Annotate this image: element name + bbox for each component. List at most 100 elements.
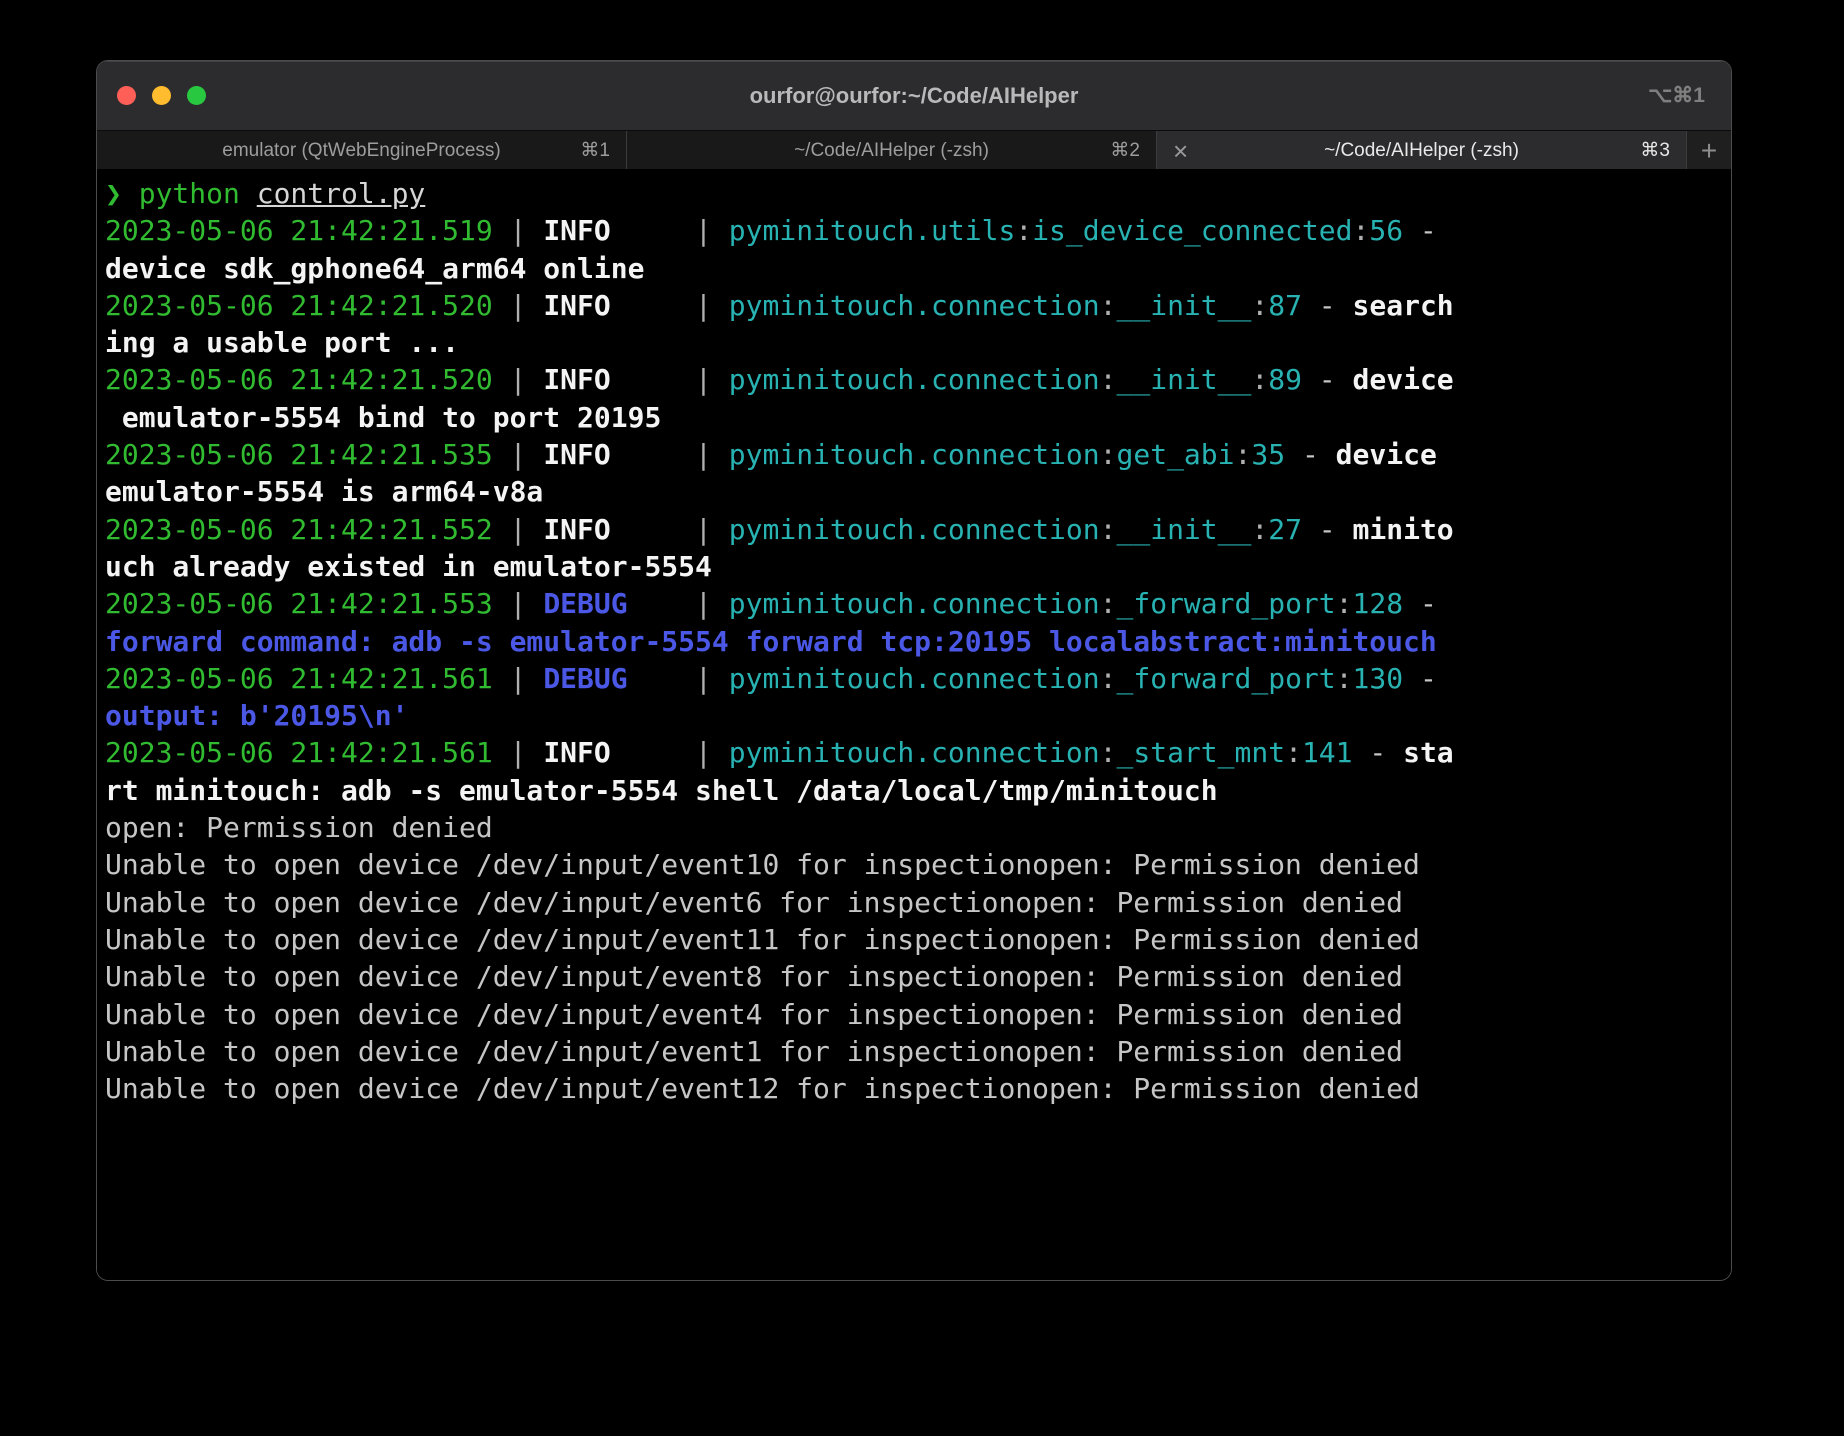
terminal-text-segment: INFO — [543, 736, 610, 769]
terminal-text-segment: output: b'20195\n' — [105, 699, 408, 732]
terminal-line: Unable to open device /dev/input/event4 … — [105, 996, 1731, 1033]
terminal-line: Unable to open device /dev/input/event11… — [105, 921, 1731, 958]
tab-shortcut-label: ⌘2 — [1110, 139, 1140, 162]
terminal-text-segment: | — [611, 513, 729, 546]
terminal-text-segment: | — [493, 363, 544, 396]
terminal-text-segment: : — [1251, 289, 1268, 322]
terminal-line: 2023-05-06 21:42:21.535 | INFO | pyminit… — [105, 436, 1731, 473]
close-tab-icon[interactable]: × — [1173, 138, 1188, 164]
terminal-text-segment: pyminitouch.connection — [729, 736, 1100, 769]
terminal-line: Unable to open device /dev/input/event12… — [105, 1070, 1731, 1107]
terminal-window: ourfor@ourfor:~/Code/AIHelper ⌥⌘1 emulat… — [96, 60, 1732, 1281]
terminal-text-segment: : — [1251, 363, 1268, 396]
terminal-line: uch already existed in emulator-5554 — [105, 548, 1731, 585]
terminal-text-segment: 35 — [1251, 438, 1285, 471]
terminal-text-segment: INFO — [543, 513, 610, 546]
terminal-text-segment: DEBUG — [543, 662, 627, 695]
terminal-text-segment: : — [1100, 662, 1117, 695]
terminal-line: rt minitouch: adb -s emulator-5554 shell… — [105, 772, 1731, 809]
terminal-text-segment: | — [611, 736, 729, 769]
terminal-text-segment: 130 — [1353, 662, 1404, 695]
tab-shortcut-label: ⌘3 — [1640, 139, 1670, 162]
terminal-text-segment: 2023-05-06 21:42:21.520 — [105, 289, 493, 322]
terminal-text-segment: : — [1100, 438, 1117, 471]
terminal-text-segment: 27 — [1268, 513, 1302, 546]
terminal-text-segment: : — [1235, 438, 1252, 471]
window-title: ourfor@ourfor:~/Code/AIHelper — [97, 83, 1731, 109]
terminal-text-segment: 87 — [1268, 289, 1302, 322]
terminal-text-segment: : — [1015, 214, 1032, 247]
terminal-text-segment: - — [1302, 363, 1353, 396]
terminal-text-segment: 128 — [1353, 587, 1404, 620]
terminal-text-segment: Unable to open device /dev/input/event4 … — [105, 998, 1403, 1031]
terminal-text-segment: INFO — [543, 363, 610, 396]
terminal-text-segment: pyminitouch.connection — [729, 513, 1100, 546]
terminal-text-segment: : — [1336, 662, 1353, 695]
terminal-text-segment: | — [493, 438, 544, 471]
terminal-line: Unable to open device /dev/input/event6 … — [105, 884, 1731, 921]
terminal-text-segment: : — [1336, 587, 1353, 620]
terminal-text-segment: device sdk_gphone64_arm64 online — [105, 252, 644, 285]
terminal-text-segment: | — [611, 214, 729, 247]
terminal-text-segment: INFO — [543, 214, 610, 247]
terminal-text-segment: _forward_port — [1117, 587, 1336, 620]
terminal-text-segment: emulator-5554 bind to port 20195 — [105, 401, 661, 434]
terminal-text-segment: | — [493, 587, 544, 620]
terminal-text-segment: | — [493, 289, 544, 322]
terminal-text-segment: - — [1285, 438, 1336, 471]
terminal-text-segment: pyminitouch.connection — [729, 363, 1100, 396]
terminal-text-segment: __init__ — [1117, 289, 1252, 322]
terminal-line: 2023-05-06 21:42:21.519 | INFO | pyminit… — [105, 212, 1731, 249]
terminal-text-segment: : — [1251, 513, 1268, 546]
terminal-text-segment: 2023-05-06 21:42:21.520 — [105, 363, 493, 396]
terminal-text-segment: Unable to open device /dev/input/event12… — [105, 1072, 1420, 1105]
terminal-text-segment: forward command: adb -s emulator-5554 fo… — [105, 625, 1437, 658]
terminal-text-segment: DEBUG — [543, 587, 627, 620]
terminal-text-segment: 2023-05-06 21:42:21.519 — [105, 214, 493, 247]
tab-1[interactable]: emulator (QtWebEngineProcess)⌘1 — [97, 131, 626, 170]
tab-label: ~/Code/AIHelper (-zsh) — [1157, 140, 1686, 162]
title-bar[interactable]: ourfor@ourfor:~/Code/AIHelper ⌥⌘1 — [97, 61, 1731, 131]
terminal-text-segment: device — [1353, 363, 1454, 396]
terminal-text-segment: : — [1353, 214, 1370, 247]
terminal-text-segment: - — [1403, 662, 1437, 695]
terminal-text-segment: pyminitouch.connection — [729, 438, 1100, 471]
terminal-line: 2023-05-06 21:42:21.520 | INFO | pyminit… — [105, 361, 1731, 398]
terminal-text-segment: ❯ python — [105, 177, 257, 210]
terminal-text-segment: | — [493, 214, 544, 247]
terminal-text-segment: : — [1285, 736, 1302, 769]
new-tab-button[interactable]: + — [1686, 131, 1731, 170]
terminal-text-segment: pyminitouch.connection — [729, 289, 1100, 322]
terminal-text-segment: - — [1302, 513, 1353, 546]
terminal-text-segment: - — [1403, 587, 1437, 620]
terminal-text-segment: - — [1353, 736, 1404, 769]
terminal-text-segment: | — [493, 736, 544, 769]
terminal-text-segment: sta — [1403, 736, 1454, 769]
terminal-line: Unable to open device /dev/input/event10… — [105, 846, 1731, 883]
terminal-text-segment: is_device_connected — [1032, 214, 1352, 247]
terminal-line: Unable to open device /dev/input/event8 … — [105, 958, 1731, 995]
terminal-line: device sdk_gphone64_arm64 online — [105, 250, 1731, 287]
terminal-text-segment: : — [1100, 363, 1117, 396]
terminal-text-segment: __init__ — [1117, 513, 1252, 546]
terminal-text-segment: INFO — [543, 289, 610, 322]
terminal-line: Unable to open device /dev/input/event1 … — [105, 1033, 1731, 1070]
terminal-text-segment: ing a usable port ... — [105, 326, 459, 359]
terminal-text-segment: emulator-5554 is arm64-v8a — [105, 475, 543, 508]
terminal-line: emulator-5554 bind to port 20195 — [105, 399, 1731, 436]
tab-3[interactable]: ×~/Code/AIHelper (-zsh)⌘3 — [1156, 131, 1686, 170]
terminal-text-segment: | — [611, 289, 729, 322]
terminal-text-segment: INFO — [543, 438, 610, 471]
tab-shortcut-label: ⌘1 — [580, 139, 610, 162]
terminal-text-segment: Unable to open device /dev/input/event11… — [105, 923, 1420, 956]
terminal-output[interactable]: ❯ python control.py2023-05-06 21:42:21.5… — [97, 169, 1731, 1280]
terminal-text-segment: Unable to open device /dev/input/event1 … — [105, 1035, 1403, 1068]
tab-2[interactable]: ~/Code/AIHelper (-zsh)⌘2 — [626, 131, 1156, 170]
terminal-text-segment: | — [628, 587, 729, 620]
terminal-text-segment: _start_mnt — [1117, 736, 1286, 769]
terminal-text-segment: | — [493, 662, 544, 695]
terminal-text-segment: device — [1336, 438, 1437, 471]
terminal-text-segment: 2023-05-06 21:42:21.553 — [105, 587, 493, 620]
terminal-text-segment: __init__ — [1117, 363, 1252, 396]
terminal-text-segment: 89 — [1268, 363, 1302, 396]
